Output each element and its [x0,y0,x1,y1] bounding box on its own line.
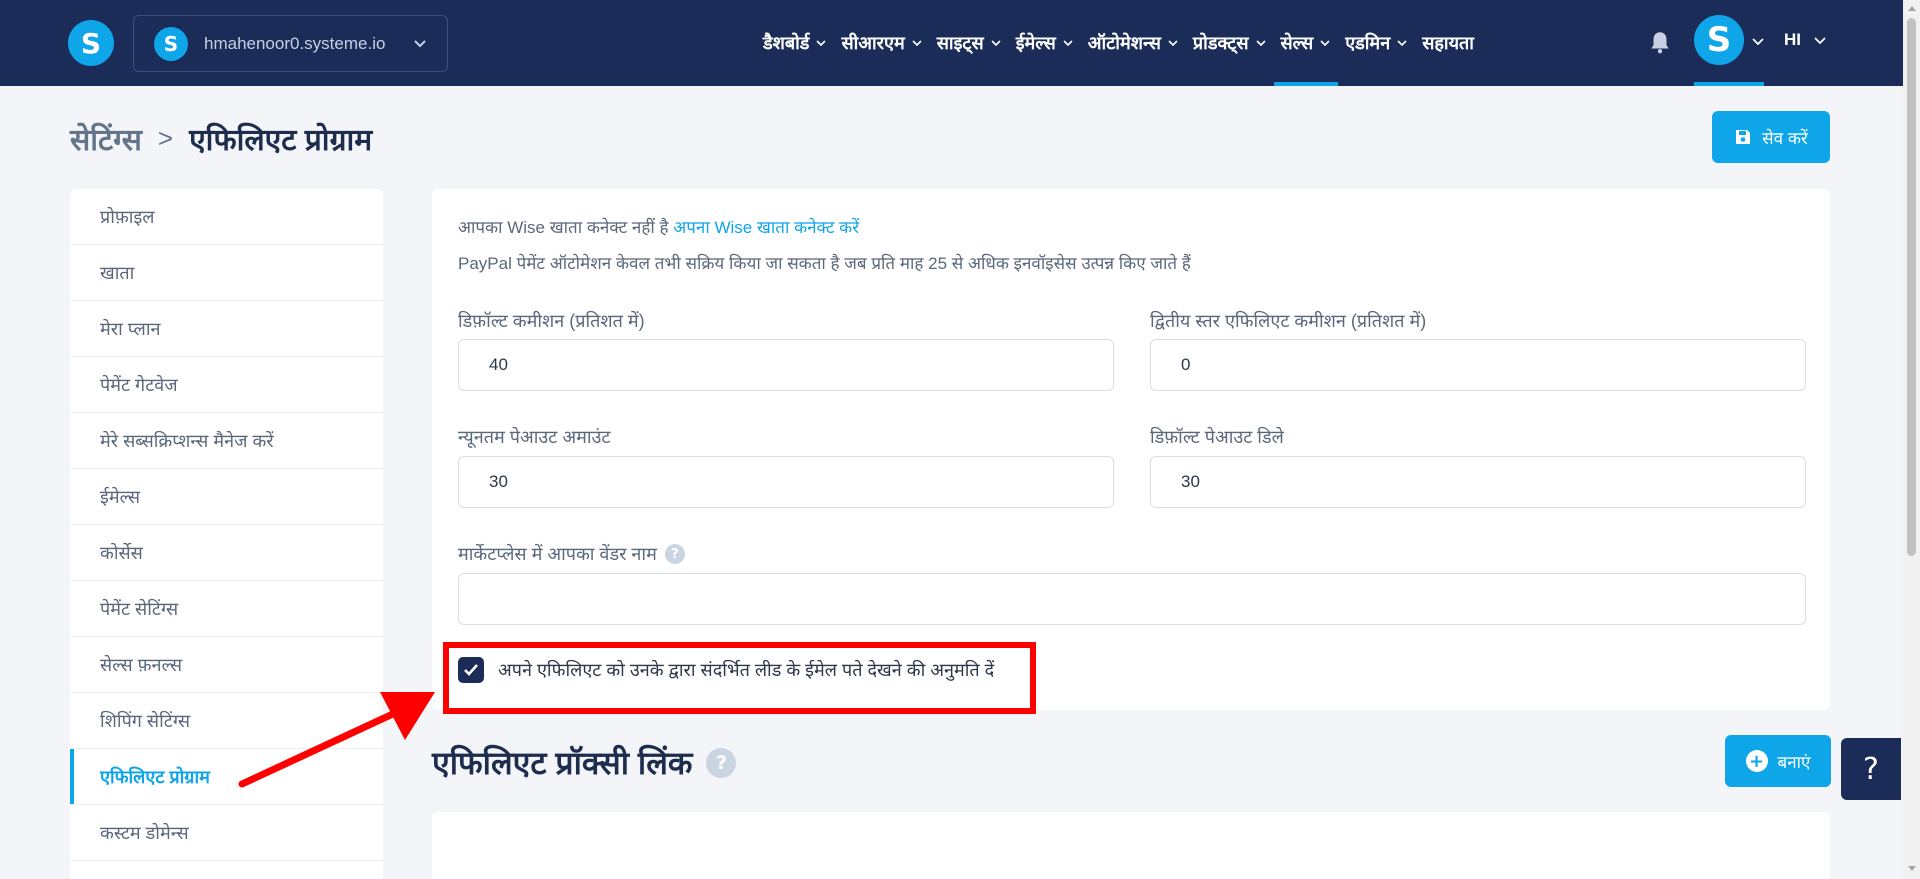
default-commission-label: डिफ़ॉल्ट कमीशन (प्रतिशत में) [458,311,645,331]
top-navbar: S S hmahenoor0.systeme.io डैशबोर्ड सीआरए… [0,0,1920,86]
annotation-arrow-icon [238,692,435,788]
language-selector[interactable]: HI [1784,30,1827,50]
sidebar-item-label: कस्टम डोमेन्स [100,822,189,843]
scrollbar-thumb[interactable] [1907,18,1916,556]
sidebar-item-label: ईमेल्स [100,486,141,507]
payout-delay-input[interactable] [1150,456,1806,508]
wise-notice-text: आपका Wise खाता कनेक्ट नहीं है [458,218,669,237]
nav-item-dashboard[interactable]: डैशबोर्ड [756,0,834,86]
workspace-name: hmahenoor0.systeme.io [204,33,386,53]
workspace-logo: S [154,26,188,61]
wise-notice: आपका Wise खाता कनेक्ट नहीं है अपना Wise … [458,215,859,238]
help-icon[interactable]: ? [664,544,685,564]
sidebar-item-custom-domains[interactable]: कस्टम डोमेन्स [70,805,383,861]
workspace-selector[interactable]: S hmahenoor0.systeme.io [133,15,448,72]
nav-item-label: ऑटोमेशन्स [1087,33,1161,53]
sidebar-item-label: पेमेंट गेटवेज [100,374,178,395]
floating-help-button[interactable]: ? [1841,738,1901,800]
proxy-title-text: एफिलिएट प्रॉक्सी लिंक [432,745,693,781]
plus-circle-icon: + [1745,750,1768,772]
scroll-up-arrow-icon[interactable] [1908,6,1916,11]
vendor-name-label: मार्केटप्लेस में आपका वेंडर नाम ? [458,542,685,566]
page-scrollbar[interactable] [1903,0,1920,879]
sidebar-item-label: पेमेंट सेटिंग्स [100,598,179,619]
sidebar-item-label: मेरा प्लान [100,318,161,339]
sidebar-item-label: कोर्सेस [100,542,143,563]
breadcrumb-parent[interactable]: सेटिंग्स [70,118,142,159]
payout-delay-label: डिफ़ॉल्ट पेआउट डिले [1150,427,1284,447]
breadcrumb: सेटिंग्स > एफिलिएट प्रोग्राम [70,118,372,159]
active-indicator [1694,82,1764,86]
nav-item-emails[interactable]: ईमेल्स [1009,0,1081,86]
sidebar-item-label: मेरे सब्सक्रिप्शन्स मैनेज करें [100,430,274,451]
chevron-down-icon [1397,40,1407,47]
scroll-down-arrow-icon[interactable] [1908,866,1916,871]
chevron-down-icon [1320,40,1330,47]
sidebar-item-emails[interactable]: ईमेल्स [70,469,383,525]
page-title: एफिलिएट प्रोग्राम [189,124,373,157]
chevron-down-icon [1255,40,1266,47]
avatar[interactable]: S [1694,15,1744,65]
breadcrumb-separator: > [157,123,174,153]
nav-item-crm[interactable]: सीआरएम [834,0,929,86]
nav-item-label: डैशबोर्ड [763,33,810,53]
sidebar-item-label: एफिलिएट प्रोग्राम [100,766,210,787]
help-icon[interactable]: ? [706,747,737,778]
nav-item-label: ईमेल्स [1015,33,1056,53]
chevron-down-icon [1168,40,1178,47]
sidebar-item-my-plan[interactable]: मेरा प्लान [70,301,383,357]
vendor-name-label-text: मार्केटप्लेस में आपका वेंडर नाम [458,544,657,564]
sidebar-item-label: प्रोफ़ाइल [100,206,155,227]
proxy-section-title: एफिलिएट प्रॉक्सी लिंक ? [432,741,737,784]
sidebar-item-label: शिपिंग सेटिंग्स [100,710,191,731]
annotation-highlight-box [443,642,1036,714]
vendor-name-input[interactable] [458,573,1806,625]
min-payout-input[interactable] [458,456,1114,508]
nav-item-sites[interactable]: साइट्स [930,0,1009,86]
save-button[interactable]: सेव करें [1712,111,1830,163]
sidebar-item-profile[interactable]: प्रोफ़ाइल [70,189,383,245]
chevron-down-icon[interactable] [1751,34,1765,48]
nav-item-label: सहायता [1422,33,1474,53]
default-commission-input[interactable] [458,339,1114,391]
bell-icon[interactable] [1647,29,1673,55]
create-proxy-link-button[interactable]: + बनाएं [1725,735,1831,787]
nav-item-sales[interactable]: सेल्स [1273,0,1339,86]
paypal-notice: PayPal पेमेंट ऑटोमेशन केवल तभी सक्रिय कि… [458,254,1191,273]
sidebar-item-subscriptions[interactable]: मेरे सब्सक्रिप्शन्स मैनेज करें [70,413,383,469]
sidebar-item-payment-gateways[interactable]: पेमेंट गेटवेज [70,357,383,413]
nav-item-label: सीआरएम [841,33,905,53]
second-tier-commission-label: द्वितीय स्तर एफिलिएट कमीशन (प्रतिशत में) [1150,311,1427,331]
create-button-label: बनाएं [1777,752,1811,772]
save-icon [1736,130,1751,144]
sidebar-item-label: खाता [100,262,135,283]
chevron-down-icon [414,40,426,48]
affiliate-settings-card: आपका Wise खाता कनेक्ट नहीं है अपना Wise … [432,189,1830,710]
second-tier-commission-input[interactable] [1150,339,1806,391]
nav-item-label: प्रोडक्ट्स [1192,33,1249,53]
sidebar-item-payment-settings[interactable]: पेमेंट सेटिंग्स [70,581,383,637]
nav-item-label: सेल्स [1280,33,1314,53]
save-button-label: सेव करें [1762,128,1808,148]
nav-item-label: एडमिन [1345,33,1391,53]
nav-item-help[interactable]: सहायता [1415,0,1481,86]
sidebar-item-account[interactable]: खाता [70,245,383,301]
chevron-down-icon [816,40,827,47]
nav-item-automations[interactable]: ऑटोमेशन्स [1081,0,1186,86]
chevron-down-icon [1063,40,1073,47]
main-nav: डैशबोर्ड सीआरएम साइट्स ईमेल्स ऑटोमेशन्स … [756,0,1481,86]
language-label: HI [1784,30,1801,49]
sidebar-item-courses[interactable]: कोर्सेस [70,525,383,581]
proxy-links-card [432,812,1830,879]
app-logo[interactable]: S [68,20,114,66]
min-payout-label: न्यूनतम पेआउट अमाउंट [458,427,611,447]
nav-item-products[interactable]: प्रोडक्ट्स [1186,0,1274,86]
sidebar-item-label: सेल्स फ़नल्स [100,654,183,675]
connect-wise-link[interactable]: अपना Wise खाता कनेक्ट करें [673,218,859,237]
nav-item-label: साइट्स [936,33,984,53]
chevron-down-icon [1814,37,1826,45]
chevron-down-icon [991,40,1001,47]
nav-item-admin[interactable]: एडमिन [1338,0,1415,86]
chevron-down-icon [912,40,922,47]
